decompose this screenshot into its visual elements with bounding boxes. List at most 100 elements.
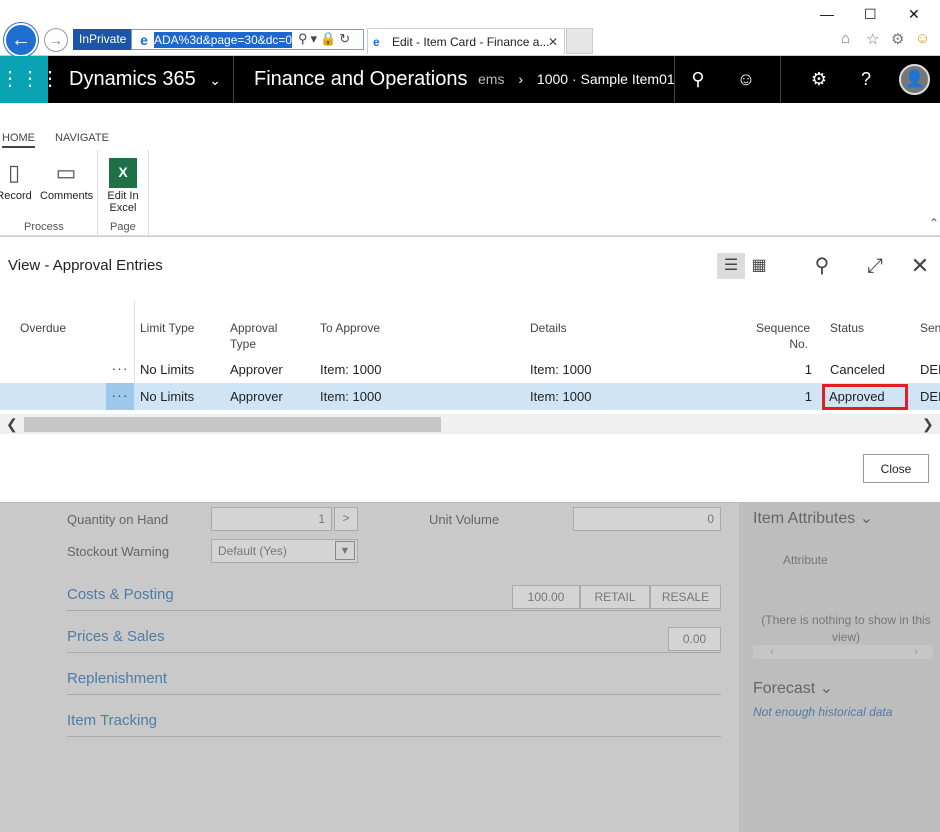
new-tab-button[interactable] [566, 28, 593, 54]
excel-icon: X [109, 158, 137, 188]
row-actions-ellipsis-icon[interactable]: ··· [106, 356, 134, 383]
unit-volume-field: 0 [573, 507, 721, 531]
comments-icon: ▭ [55, 160, 77, 185]
chevron-down-icon: ⌄ [859, 510, 874, 527]
browser-tab-active[interactable]: e Edit - Item Card - Finance a... ✕ [367, 28, 565, 54]
tab-navigate[interactable]: NAVIGATE [55, 128, 109, 148]
edit-in-excel-button[interactable]: X Edit In Excel [98, 158, 148, 214]
breadcrumb[interactable]: ems › 1000 · Sample Item01 [478, 56, 675, 103]
column-header-status[interactable]: Status [830, 320, 864, 336]
search-icon[interactable]: ⚲ [298, 31, 311, 46]
cell-details: Item: 1000 [530, 362, 592, 377]
nav-divider [674, 56, 675, 103]
record-icon: ▯ [7, 160, 21, 185]
costs-value-2: RETAIL [580, 585, 650, 609]
cell-approval-type: Approver [230, 389, 283, 404]
section-divider [67, 610, 721, 611]
favorites-star-icon[interactable]: ☆ [866, 30, 879, 48]
record-button[interactable]: ▯ Record [0, 158, 39, 202]
cell-status-highlighted: Approved [822, 383, 908, 410]
column-header-approval-type[interactable]: Approval Type [230, 320, 277, 352]
costs-value-3: RESALE [650, 585, 721, 609]
cell-to-approve[interactable]: Item: 1000 [320, 356, 381, 383]
settings-gear-icon[interactable]: ⚙ [799, 56, 839, 103]
chevron-down-icon: ⌄ [209, 72, 222, 88]
edit-in-excel-label-2: Excel [109, 202, 137, 214]
comments-button[interactable]: ▭ Comments [40, 158, 94, 202]
empty-grid-message: (There is nothing to show in this view) [761, 613, 931, 644]
cell-sequence-no: 1 [804, 362, 812, 377]
search-icon[interactable]: ⚲ [808, 253, 836, 279]
group-label-page: Page [110, 221, 136, 233]
status-highlight-box: Approved [822, 384, 908, 410]
dialog-title: View - Approval Entries [8, 257, 163, 274]
cell-limit-type: No Limits [140, 362, 195, 377]
row-actions-ellipsis-icon[interactable]: ··· [106, 383, 134, 410]
dropdown-icon[interactable]: ▾ [311, 31, 321, 46]
approval-type-header-line1: Approval [230, 321, 278, 335]
quantity-on-hand-field: 1 [211, 507, 332, 531]
refresh-icon[interactable]: ↻ [339, 31, 353, 46]
scroll-right-icon[interactable]: ❯ [922, 414, 934, 434]
edit-in-excel-label-1: Edit In [107, 190, 139, 202]
stockout-dropdown-chevron-icon: ▼ [335, 541, 355, 560]
search-icon[interactable]: ⚲ [678, 56, 718, 103]
comments-label: Comments [40, 190, 94, 202]
scroll-right-chevron-icon: › [914, 644, 918, 658]
quantity-on-hand-label: Quantity on Hand [67, 512, 169, 527]
grid-view-icon[interactable]: ▦ [745, 253, 773, 279]
table-row[interactable]: ··· No Limits Approver Item: 1000 Item: … [0, 356, 940, 383]
sequence-header-line2: No. [789, 337, 808, 351]
smiley-feedback-icon[interactable]: ☺ [915, 30, 930, 47]
cell-details: Item: 1000 [530, 389, 592, 404]
forecast-label: Forecast [753, 680, 816, 697]
cell-sequence-no: 1 [804, 389, 812, 404]
collapse-ribbon-chevron-icon[interactable]: ⌃ [929, 216, 939, 230]
section-prices-sales: Prices & Sales [67, 628, 165, 645]
unit-volume-label: Unit Volume [429, 512, 500, 527]
list-view-icon[interactable]: ☰ [717, 253, 745, 279]
cell-limit-type: No Limits [140, 389, 195, 404]
help-icon[interactable]: ? [846, 56, 886, 103]
close-icon[interactable]: ✕ [906, 253, 934, 279]
minimize-icon[interactable]: — [820, 6, 834, 22]
breadcrumb-prefix[interactable]: ems [478, 71, 504, 87]
scroll-left-icon[interactable]: ❮ [6, 414, 18, 434]
scrollbar-thumb[interactable] [24, 417, 441, 432]
column-header-details[interactable]: Details [530, 320, 567, 336]
ie-icon: e [140, 32, 148, 48]
column-header-sender[interactable]: Sen [920, 320, 940, 336]
group-label-process: Process [24, 221, 64, 233]
approval-type-header-line2: Type [230, 337, 257, 351]
brand-menu[interactable]: Dynamics 365 ⌄ [69, 56, 221, 103]
column-header-to-approve[interactable]: To Approve [320, 320, 380, 336]
window-close-icon[interactable]: ✕ [908, 6, 920, 23]
ie-tab-icon: e [373, 35, 380, 49]
column-header-sequence-no[interactable]: Sequence No. [756, 320, 810, 352]
home-icon[interactable]: ⌂ [841, 30, 850, 47]
address-bar-icons[interactable]: ⚲▾🔒↻ [298, 31, 353, 47]
column-header-limit-type[interactable]: Limit Type [140, 320, 194, 336]
close-button[interactable]: Close [863, 454, 929, 483]
back-arrow-icon[interactable]: ← [4, 23, 38, 57]
address-bar[interactable]: e ADA%3d&page=30&dc=0 ⚲▾🔒↻ [131, 29, 364, 50]
smiley-icon[interactable]: ☺ [726, 56, 766, 103]
expand-icon[interactable]: ⤢ [861, 253, 889, 279]
address-text[interactable]: ADA%3d&page=30&dc=0 [154, 32, 292, 48]
section-divider [67, 694, 721, 695]
tab-close-icon[interactable]: ✕ [548, 29, 558, 54]
scroll-left-chevron-icon: ‹ [770, 644, 774, 658]
cell-to-approve[interactable]: Item: 1000 [320, 383, 381, 410]
maximize-icon[interactable]: ☐ [864, 6, 877, 23]
forward-arrow-icon[interactable]: → [44, 28, 68, 52]
forecast-note: Not enough historical data [753, 705, 893, 719]
app-launcher-waffle-icon[interactable]: ⋮⋮⋮ [0, 56, 60, 103]
section-divider [67, 736, 721, 737]
column-header-overdue[interactable]: Overdue [20, 320, 66, 336]
table-row-selected[interactable]: ··· No Limits Approver Item: 1000 Item: … [0, 383, 940, 410]
tab-home[interactable]: HOME [2, 128, 35, 148]
module-title: Finance and Operations [254, 68, 468, 90]
user-avatar-icon[interactable]: 👤 [899, 64, 930, 95]
settings-gear-icon[interactable]: ⚙ [891, 30, 904, 48]
nav-divider [780, 56, 781, 103]
